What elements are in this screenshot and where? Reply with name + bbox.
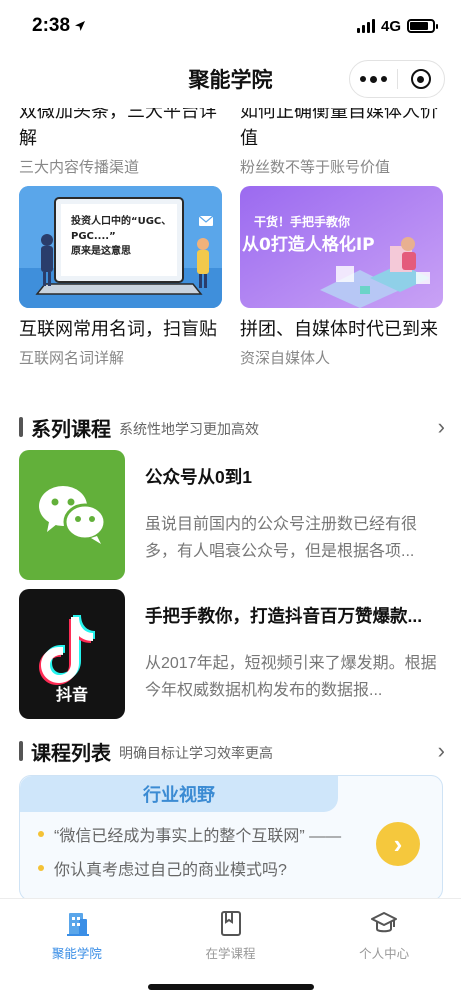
wechat-icon: [39, 486, 107, 544]
book-icon: [220, 910, 241, 936]
signal-icon: [356, 19, 375, 33]
status-indicators: 4G: [356, 17, 438, 35]
section-marker: [19, 741, 23, 761]
course-description: 虽说目前国内的公众号注册数已经有很多，有人唱衰公众号，但是根据各项...: [145, 516, 418, 560]
article-subtitle: 资深自媒体人: [240, 350, 331, 367]
tab-label: 个人中心: [359, 946, 410, 961]
list-item: 你认真考虑过自己的商业模式吗?: [38, 856, 287, 880]
section-title: 系列课程: [31, 418, 111, 441]
chevron-right-circle-icon[interactable]: ›: [376, 822, 420, 866]
svg-text:投资人口中的“UGC、: 投资人口中的“UGC、: [71, 214, 171, 227]
chevron-right-icon[interactable]: ›: [438, 738, 445, 764]
course-thumbnail-douyin: 抖音: [19, 589, 125, 719]
svg-text:干货！手把手教你: 干货！手把手教你: [254, 214, 350, 229]
course-thumbnail-wechat: [19, 450, 125, 580]
course-item[interactable]: 公众号从0到1 虽说目前国内的公众号注册数已经有很多，有人唱衰公众号，但是根据各…: [19, 450, 443, 580]
network-type: 4G: [380, 17, 401, 35]
article-card[interactable]: 如何正确衡量自媒体人价值 粉丝数不等于账号价值: [240, 108, 443, 177]
tab-profile[interactable]: 个人中心: [307, 899, 461, 971]
tab-home[interactable]: 聚能学院: [0, 899, 154, 971]
home-indicator[interactable]: [148, 984, 314, 990]
close-miniprogram-button[interactable]: [398, 61, 445, 97]
chevron-right-icon[interactable]: ›: [438, 414, 445, 440]
status-bar: 2:38 4G: [0, 0, 461, 52]
laptop-illustration-icon: 投资人口中的“UGC、 PGC....” 原来是这意思: [19, 186, 222, 308]
battery-icon: [407, 19, 438, 33]
tab-bar: 聚能学院 在学课程 个人中心: [0, 898, 461, 1000]
douyin-label: 抖音: [55, 687, 88, 704]
miniprogram-capsule: [349, 60, 445, 98]
svg-text:PGC....”: PGC....”: [71, 231, 116, 242]
article-subtitle: 粉丝数不等于账号价值: [240, 159, 391, 176]
course-list-section-header[interactable]: 课程列表 明确目标让学习效率更高 ›: [19, 736, 445, 766]
tab-courses[interactable]: 在学课程: [154, 899, 308, 971]
article-card[interactable]: 干货！手把手教你 从0打造人格化IP 拼团、自媒体时代已到来 资深自媒体人: [240, 186, 443, 368]
article-grid-bottom: 投资人口中的“UGC、 PGC....” 原来是这意思 互联网常用名词，扫盲贴 …: [19, 186, 443, 368]
scroll-content[interactable]: 双微加头条，三大平台详解 三大内容传播渠道 如何正确衡量自媒体人价值 粉丝数不等…: [0, 108, 461, 898]
list-item-text: 你认真考虑过自己的商业模式吗?: [54, 862, 287, 879]
graduation-cap-icon: [371, 911, 398, 932]
course-body: 手把手教你，打造抖音百万赞爆款... 从2017年起，短视频引来了爆发期。根据今…: [145, 589, 443, 719]
course-item[interactable]: 抖音 手把手教你，打造抖音百万赞爆款... 从2017年起，短视频引来了爆发期。…: [19, 589, 443, 719]
bullet-dot: [38, 865, 44, 871]
more-button[interactable]: [350, 61, 397, 97]
article-card[interactable]: 投资人口中的“UGC、 PGC....” 原来是这意思 互联网常用名词，扫盲贴 …: [19, 186, 222, 368]
time-text: 2:38: [32, 15, 71, 36]
status-time: 2:38: [32, 15, 86, 37]
category-tab: 行业视野: [20, 776, 338, 812]
section-title: 课程列表: [31, 742, 111, 765]
article-thumbnail-ip: 干货！手把手教你 从0打造人格化IP: [240, 186, 443, 308]
tab-label: 聚能学院: [51, 946, 102, 961]
course-title: 手把手教你，打造抖音百万赞爆款...: [145, 606, 423, 626]
article-card[interactable]: 双微加头条，三大平台详解 三大内容传播渠道: [19, 108, 222, 177]
target-icon: [410, 69, 431, 89]
section-description: 明确目标让学习效率更高: [119, 744, 273, 761]
section-description: 系统性地学习更加高效: [119, 420, 259, 437]
nav-bar: 聚能学院: [0, 52, 461, 108]
course-body: 公众号从0到1 虽说目前国内的公众号注册数已经有很多，有人唱衰公众号，但是根据各…: [145, 450, 443, 580]
tab-label: 在学课程: [205, 946, 256, 961]
course-description: 从2017年起，短视频引来了爆发期。根据今年权威数据机构发布的数据报...: [145, 655, 437, 699]
list-item: “微信已经成为事实上的整个互联网” ——: [38, 822, 341, 846]
article-subtitle: 互联网名词详解: [19, 350, 125, 367]
article-title: 如何正确衡量自媒体人价值: [240, 108, 438, 148]
bullet-dot: [38, 831, 44, 837]
course-title: 公众号从0到1: [145, 467, 252, 487]
svg-text:原来是这意思: 原来是这意思: [71, 244, 131, 257]
article-thumbnail-laptop: 投资人口中的“UGC、 PGC....” 原来是这意思: [19, 186, 222, 308]
location-arrow-icon: [75, 21, 86, 31]
building-icon: [66, 912, 89, 936]
section-marker: [19, 417, 23, 437]
isometric-city-icon: 干货！手把手教你 从0打造人格化IP: [240, 186, 443, 308]
course-list-card[interactable]: 行业视野 “微信已经成为事实上的整个互联网” —— 你认真考虑过自己的商业模式吗…: [19, 775, 443, 898]
article-title: 拼团、自媒体时代已到来: [240, 319, 438, 339]
series-section-header[interactable]: 系列课程 系统性地学习更加高效 ›: [19, 412, 445, 442]
article-title: 双微加头条，三大平台详解: [19, 108, 217, 148]
article-grid-top: 双微加头条，三大平台详解 三大内容传播渠道 如何正确衡量自媒体人价值 粉丝数不等…: [19, 108, 443, 177]
more-dots-icon: [359, 75, 387, 83]
article-subtitle: 三大内容传播渠道: [19, 159, 140, 176]
svg-text:从0打造人格化IP: 从0打造人格化IP: [242, 234, 375, 255]
article-title: 互联网常用名词，扫盲贴: [19, 319, 217, 339]
list-item-text: “微信已经成为事实上的整个互联网” ——: [54, 828, 342, 845]
